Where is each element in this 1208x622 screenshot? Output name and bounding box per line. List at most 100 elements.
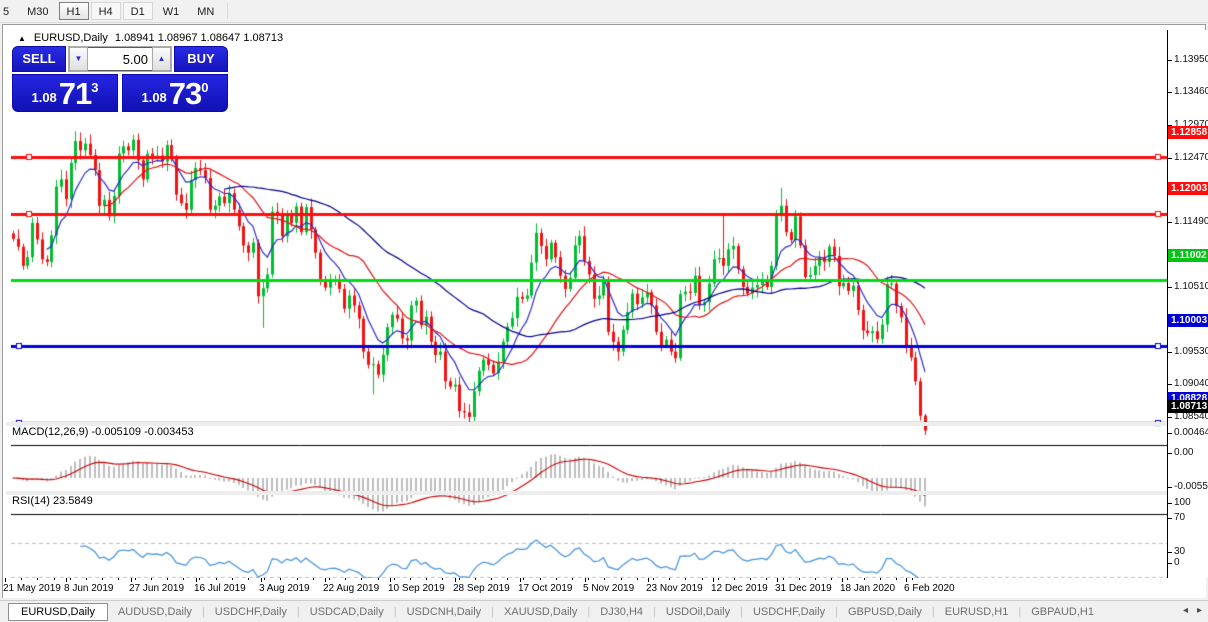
sell-price-pips: 71: [58, 76, 92, 111]
timeframe-button-5[interactable]: 5: [0, 2, 17, 20]
time-minor-tick: [426, 578, 428, 580]
timeframe-button-m30[interactable]: M30: [19, 2, 56, 20]
time-axis[interactable]: 21 May 2019 8 Jun 2019 27 Jun 2019 16 Jul 2…: [3, 578, 1206, 598]
price-tick-label: 1.13950: [1174, 54, 1208, 65]
hline-price-tag: 1.11002: [1168, 249, 1208, 262]
timeframe-button-d1[interactable]: D1: [122, 2, 153, 20]
one-click-trading-panel: SELL ▼ ▲ BUY 1.08 71 3 1.08 73 0: [12, 46, 228, 112]
time-major-tick: [66, 578, 67, 582]
chart-tab-usdcad-daily[interactable]: USDCAD,Daily: [300, 604, 394, 620]
timeframe-button-mn[interactable]: MN: [189, 2, 222, 20]
time-minor-tick: [523, 578, 525, 580]
price-tick-mark: [1168, 384, 1172, 385]
time-minor-tick: [183, 578, 185, 580]
date-label: 12 Dec 2019: [711, 583, 768, 594]
timeframe-button-h4[interactable]: H4: [90, 2, 121, 20]
date-label: 27 Jun 2019: [129, 583, 185, 594]
time-minor-tick: [896, 578, 897, 580]
time-minor-tick: [393, 578, 395, 580]
time-minor-tick: [102, 578, 104, 580]
time-minor-tick: [86, 578, 87, 580]
chart-tab-eurusd-daily[interactable]: EURUSD,Daily: [8, 602, 108, 621]
buy-price-panel[interactable]: 1.08 73 0: [122, 74, 228, 112]
price-axis[interactable]: 1.13950 1.13460 1.12970 1.12470 1.11490 1.105…: [1167, 30, 1208, 578]
time-minor-tick: [167, 578, 168, 580]
time-minor-tick: [798, 578, 800, 580]
sell-price-prefix: 1.08: [31, 90, 57, 105]
time-major-tick: [842, 578, 843, 582]
tab-scroll-arrows: ◂ ▸: [1183, 605, 1202, 616]
timeframe-button-w1[interactable]: W1: [155, 2, 188, 20]
chart-tab-gbpusd-daily[interactable]: GBPUSD,Daily: [838, 604, 932, 620]
chart-tab-audusd-daily[interactable]: AUDUSD,Daily: [108, 604, 202, 620]
toolbar-separator: [227, 3, 229, 19]
hline-price-tag: 1.10003: [1168, 314, 1208, 327]
tab-scroll-left-icon[interactable]: ◂: [1183, 605, 1188, 616]
macd-main-value: -0.005109: [91, 426, 142, 438]
time-minor-tick: [636, 578, 638, 580]
time-minor-tick: [912, 578, 914, 580]
time-minor-tick: [620, 578, 622, 580]
time-major-tick: [325, 578, 326, 582]
time-major-tick: [520, 578, 521, 582]
rsi-indicator-label: RSI(14) 23.5849: [12, 495, 93, 507]
price-tick-mark: [1168, 287, 1172, 288]
chart-ohlc-values: 1.08941 1.08967 1.08647 1.08713: [114, 32, 284, 44]
sell-button[interactable]: SELL: [12, 46, 66, 72]
chart-tab-usdcnh-daily[interactable]: USDCNH,Daily: [397, 604, 492, 620]
chart-tab-gbpaud-h1[interactable]: GBPAUD,H1: [1021, 604, 1104, 620]
time-minor-tick: [37, 578, 39, 580]
price-tick-label: 1.09040: [1174, 378, 1208, 389]
timeframe-button-h1[interactable]: H1: [58, 2, 89, 20]
time-minor-tick: [329, 578, 330, 580]
tab-scroll-right-icon[interactable]: ▸: [1197, 605, 1202, 616]
indicator-tick-mark: [1168, 518, 1172, 519]
volume-increase-button[interactable]: ▲: [152, 47, 171, 71]
time-minor-tick: [539, 578, 541, 580]
date-label: 3 Aug 2019: [259, 583, 310, 594]
time-minor-tick: [653, 578, 654, 580]
sell-price-panel[interactable]: 1.08 71 3: [12, 74, 118, 112]
time-minor-tick: [377, 578, 379, 580]
chart-tab-usdoil-daily[interactable]: USDOil,Daily: [656, 604, 740, 620]
rsi-scale-label: 70: [1174, 512, 1186, 523]
time-minor-tick: [750, 578, 752, 580]
time-major-tick: [713, 578, 714, 582]
buy-button[interactable]: BUY: [174, 46, 228, 72]
sell-price-point: 3: [91, 80, 99, 95]
time-minor-tick: [199, 578, 201, 580]
trading-terminal: 5 M30 H1 H4 D1 W1 MN ▲ EURUSD,Daily 1.08941 1.…: [0, 0, 1208, 622]
time-minor-tick: [280, 578, 282, 580]
chart-tab-xauusd-daily[interactable]: XAUUSD,Daily: [494, 604, 587, 620]
rsi-pane-splitter[interactable]: [6, 491, 1170, 495]
date-label: 31 Dec 2019: [775, 583, 832, 594]
macd-scale-label: -0.005574: [1174, 481, 1208, 492]
volume-decrease-button[interactable]: ▼: [69, 47, 88, 71]
time-minor-tick: [734, 578, 735, 580]
price-tick-mark: [1168, 352, 1172, 353]
price-chart-canvas[interactable]: [11, 55, 1170, 603]
volume-input[interactable]: [88, 47, 152, 71]
indicator-tick-mark: [1168, 563, 1172, 564]
time-major-tick: [5, 578, 6, 582]
chart-tab-usdchf-daily[interactable]: USDCHF,Daily: [205, 604, 297, 620]
date-label: 22 Aug 2019: [323, 583, 380, 594]
time-minor-tick: [264, 578, 266, 580]
time-minor-tick: [782, 578, 784, 580]
time-minor-tick: [604, 578, 606, 580]
rsi-scale-label: 100: [1174, 497, 1191, 508]
time-major-tick: [196, 578, 197, 582]
chart-tab-usdchf-daily[interactable]: USDCHF,Daily: [743, 604, 835, 620]
time-major-tick: [131, 578, 132, 582]
time-minor-tick: [555, 578, 557, 580]
time-minor-tick: [296, 578, 298, 580]
chart-tab-dj30-h4[interactable]: DJ30,H4: [590, 604, 653, 620]
date-label: 18 Jan 2020: [840, 583, 896, 594]
chart-tab-eurusd-h1[interactable]: EURUSD,H1: [935, 604, 1019, 620]
price-tick-mark: [1168, 417, 1172, 418]
time-minor-tick: [831, 578, 833, 580]
chart-symbol-label: EURUSD,Daily: [33, 32, 108, 44]
collapse-triangle-icon[interactable]: ▲: [18, 34, 26, 43]
buy-price-prefix: 1.08: [141, 90, 167, 105]
volume-stepper: ▼ ▲: [68, 46, 172, 72]
